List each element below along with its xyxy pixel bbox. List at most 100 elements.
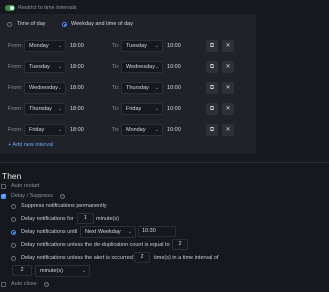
interval-from-day-select[interactable]: Thursday ⌄ xyxy=(24,103,66,115)
close-icon: ✕ xyxy=(225,64,231,70)
interval-to-day-value: Wednesday xyxy=(126,64,155,70)
delay-alert-interval-input[interactable]: 2 xyxy=(12,265,32,276)
radio-weekday-time[interactable] xyxy=(62,22,67,27)
add-interval-link[interactable]: + Add new interval xyxy=(8,142,53,148)
delay-suppress-checkbox[interactable] xyxy=(1,193,6,199)
radio-delay-for[interactable] xyxy=(11,217,16,222)
interval-to-day-value: Thursday xyxy=(126,85,149,91)
suppress-permanently-label: Suppress notifications permanently xyxy=(21,203,107,209)
radio-delay-alert[interactable] xyxy=(11,256,16,261)
interval-to-label: To: xyxy=(112,106,120,112)
interval-to-day-select[interactable]: Monday ⌄ xyxy=(121,124,163,136)
radio-time-of-day-label: Time of day xyxy=(17,21,46,27)
chevron-down-icon: ⌄ xyxy=(57,127,62,133)
interval-from-day-select[interactable]: Monday ⌄ xyxy=(24,40,66,52)
interval-from-time[interactable]: 18:00 xyxy=(70,61,84,73)
interval-to-day-value: Friday xyxy=(126,106,142,112)
then-heading: Then xyxy=(2,171,22,181)
info-icon[interactable]: ? xyxy=(60,194,65,199)
interval-from-label: From: xyxy=(8,106,23,112)
delay-for-input[interactable]: 1 xyxy=(77,213,94,224)
duplicate-interval-button[interactable]: ⧉ xyxy=(206,124,218,136)
duplicate-interval-button[interactable]: ⧉ xyxy=(206,82,218,94)
interval-from-day-value: Thursday xyxy=(29,106,52,112)
interval-from-time[interactable]: 18:00 xyxy=(70,40,84,52)
radio-time-of-day[interactable] xyxy=(7,22,12,27)
chevron-down-icon: ⌄ xyxy=(127,229,132,235)
interval-to-time[interactable]: 10:00 xyxy=(167,61,181,73)
delay-until-time-input[interactable]: 10:30 xyxy=(138,226,176,237)
interval-from-label: From: xyxy=(8,85,23,91)
interval-to-day-select[interactable]: Tuesday ⌄ xyxy=(121,40,163,52)
interval-to-day-select[interactable]: Wednesday ⌄ xyxy=(121,61,163,73)
remove-interval-button[interactable]: ✕ xyxy=(222,82,234,94)
delay-dedup-input[interactable]: 2 xyxy=(172,239,188,250)
interval-to-label: To: xyxy=(112,127,120,133)
duplicate-interval-button[interactable]: ⧉ xyxy=(206,103,218,115)
restrict-toggle[interactable] xyxy=(5,5,15,11)
interval-to-day-select[interactable]: Thursday ⌄ xyxy=(121,82,163,94)
chevron-down-icon: ⌄ xyxy=(154,64,159,70)
remove-interval-button[interactable]: ✕ xyxy=(222,103,234,115)
radio-suppress-permanently[interactable] xyxy=(11,204,16,209)
restrict-toggle-label: Restrict to time intervals xyxy=(18,5,77,11)
radio-delay-until[interactable] xyxy=(11,230,16,235)
interval-from-day-value: Tuesday xyxy=(29,64,50,70)
delay-until-day-value: Next Weekday xyxy=(85,229,121,235)
interval-from-day-select[interactable]: Tuesday ⌄ xyxy=(24,61,66,73)
interval-from-day-value: Friday xyxy=(29,127,45,133)
duplicate-interval-button[interactable]: ⧉ xyxy=(206,40,218,52)
auto-close-label: Auto close xyxy=(11,281,37,287)
remove-interval-button[interactable]: ✕ xyxy=(222,124,234,136)
interval-from-day-select[interactable]: Wednesday ⌄ xyxy=(24,82,66,94)
chevron-down-icon: ⌄ xyxy=(57,64,62,70)
interval-to-time[interactable]: 10:00 xyxy=(167,103,181,115)
auto-restart-checkbox[interactable] xyxy=(1,184,6,189)
interval-to-time[interactable]: 10:00 xyxy=(167,40,181,52)
interval-to-label: To: xyxy=(112,85,120,91)
interval-from-label: From: xyxy=(8,127,23,133)
delay-alert-unit-select[interactable]: minute(s) ⌄ xyxy=(35,265,90,277)
close-icon: ✕ xyxy=(225,127,231,133)
copy-icon: ⧉ xyxy=(209,43,215,49)
delay-until-day-select[interactable]: Next Weekday ⌄ xyxy=(80,226,136,238)
interval-to-time[interactable]: 10:00 xyxy=(167,82,181,94)
copy-icon: ⧉ xyxy=(209,85,215,91)
chevron-down-icon: ⌄ xyxy=(81,268,86,274)
delay-alert-count-input[interactable]: 2 xyxy=(134,252,150,263)
delay-suppress-label: Delay / Suppress xyxy=(11,193,53,199)
duplicate-interval-button[interactable]: ⧉ xyxy=(206,61,218,73)
auto-close-checkbox[interactable] xyxy=(1,282,6,287)
interval-from-day-value: Wednesday xyxy=(29,85,58,91)
interval-to-day-value: Monday xyxy=(126,127,146,133)
interval-from-day-value: Monday xyxy=(29,43,49,49)
remove-interval-button[interactable]: ✕ xyxy=(222,61,234,73)
auto-restart-label: Auto restart xyxy=(11,183,40,189)
delay-for-unit: minute(s) xyxy=(96,216,119,222)
radio-delay-dedup[interactable] xyxy=(11,243,16,248)
interval-to-day-select[interactable]: Friday ⌄ xyxy=(121,103,163,115)
chevron-down-icon: ⌄ xyxy=(154,127,159,133)
chevron-down-icon: ⌄ xyxy=(57,106,62,112)
interval-to-label: To: xyxy=(112,43,120,49)
delay-alert-unit-value: minute(s) xyxy=(40,268,63,274)
info-icon[interactable]: ? xyxy=(44,282,49,287)
interval-to-time[interactable]: 10:00 xyxy=(167,124,181,136)
interval-from-time[interactable]: 18:00 xyxy=(70,82,84,94)
chevron-down-icon: ⌄ xyxy=(57,43,62,49)
section-divider xyxy=(0,162,329,163)
interval-from-label: From: xyxy=(8,64,23,70)
remove-interval-button[interactable]: ✕ xyxy=(222,40,234,52)
interval-from-label: From: xyxy=(8,43,23,49)
interval-from-time[interactable]: 18:00 xyxy=(70,124,84,136)
close-icon: ✕ xyxy=(225,106,231,112)
close-icon: ✕ xyxy=(225,43,231,49)
radio-weekday-time-label: Weekday and time of day xyxy=(71,21,133,27)
chevron-down-icon: ⌄ xyxy=(154,85,159,91)
interval-from-day-select[interactable]: Friday ⌄ xyxy=(24,124,66,136)
delay-until-label: Delay notifications until xyxy=(21,229,78,235)
delay-for-label: Delay notifications for xyxy=(21,216,74,222)
interval-from-time[interactable]: 18:00 xyxy=(70,103,84,115)
delay-alert-suffix: time(s) in a time interval of xyxy=(154,255,219,261)
chevron-down-icon: ⌄ xyxy=(154,43,159,49)
